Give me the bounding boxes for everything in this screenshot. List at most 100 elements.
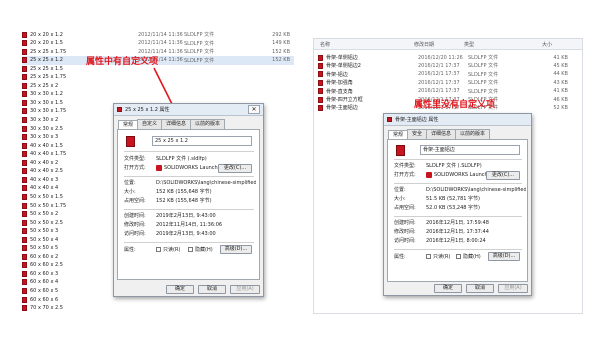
tab-2[interactable]: 详细信息 (161, 119, 192, 129)
divider (394, 159, 522, 160)
sldlfp-file-icon (318, 71, 323, 78)
disk-size-value: 52.0 KB (53,248 字节) (426, 205, 481, 211)
general-pane: 25 x 25 x 1.2 文件类型: SLDLFP 文件 (.sldlfp) … (117, 129, 260, 280)
hidden-checkbox[interactable]: 隐藏(H) (456, 253, 481, 261)
file-type-label: 文件类型: (394, 163, 416, 169)
column-header-type[interactable]: 类型 (464, 41, 474, 48)
sldlfp-file-icon (22, 185, 27, 192)
sldlfp-file-icon (22, 270, 27, 277)
readonly-checkbox[interactable]: 只读(R) (426, 253, 450, 261)
change-button[interactable]: 更改(C)... (218, 164, 252, 173)
sldlfp-file-icon (22, 279, 27, 286)
column-header-size[interactable]: 大小 (542, 41, 552, 48)
sldlfp-file-icon (22, 159, 27, 166)
file-date: 2016/12/20 11:26 (418, 54, 463, 61)
file-date: 2016/12/1 17:37 (418, 71, 460, 78)
ok-button[interactable]: 确定 (434, 284, 462, 293)
cancel-button[interactable]: 取消 (466, 284, 494, 293)
sldlfp-file-icon (22, 202, 27, 209)
checkbox-icon (426, 254, 431, 259)
tab-1[interactable]: 自定义 (137, 119, 163, 129)
attributes-label: 属性: (124, 247, 136, 253)
file-size: 46 KB (553, 96, 568, 103)
checkbox-icon (156, 247, 161, 252)
change-button[interactable]: 更改(C)... (486, 171, 520, 180)
sldlfp-file-icon (22, 288, 27, 294)
apply-button[interactable]: 应用(A) (498, 284, 528, 293)
file-name: 25 x 25 x 1.75 (30, 74, 67, 81)
sldlfp-file-icon (22, 151, 27, 158)
file-name: 骨架-单侧铝边 (326, 55, 358, 61)
file-date: 2012/11/14 11:36 (138, 31, 183, 38)
close-button[interactable]: ✕ (248, 105, 260, 114)
file-name-input[interactable]: 25 x 25 x 1.2 (152, 136, 252, 146)
hidden-checkbox[interactable]: 隐藏(H) (188, 246, 213, 254)
opens-with-app: SOLIDWORKS Launcher (164, 165, 223, 171)
divider (124, 176, 254, 177)
file-icon (117, 107, 122, 112)
sldlfp-file-icon (22, 57, 27, 64)
sldlfp-file-icon (22, 228, 27, 235)
column-header-date[interactable]: 修改日期 (414, 41, 434, 48)
sldlfp-file-icon (22, 65, 27, 72)
sldlfp-file-icon (318, 79, 323, 86)
file-name: 70 x 70 x 2.5 (30, 305, 63, 312)
location-value: D:\SOLIDWORKS\lang\chinese-simplified\we… (156, 180, 256, 186)
divider (124, 242, 254, 243)
file-name: 30 x 30 x 1.2 (30, 91, 63, 98)
modified-label: 修改时间: (124, 222, 146, 228)
tab-3[interactable]: 以前的版本 (455, 129, 491, 139)
divider (394, 183, 522, 184)
sldlfp-file-icon (22, 253, 27, 260)
sldlfp-file-icon (22, 142, 27, 149)
readonly-label: 只读(R) (433, 254, 451, 260)
attributes-label: 属性: (394, 254, 406, 260)
size-value: 51.5 KB (52,781 字节) (426, 196, 481, 202)
apply-button[interactable]: 应用(A) (230, 285, 260, 294)
column-header-name[interactable]: 名称 (320, 41, 330, 48)
solidworks-icon (156, 164, 162, 171)
advanced-button[interactable]: 高级(D)... (488, 252, 520, 261)
size-label: 大小: (124, 189, 136, 195)
size-label: 大小: (394, 196, 406, 202)
file-size: 52 KB (553, 104, 568, 111)
disk-size-label: 占用空间: (124, 198, 146, 204)
sldlfp-file-icon (318, 104, 323, 111)
hidden-label: 隐藏(H) (195, 247, 213, 253)
tab-3[interactable]: 以前的版本 (190, 119, 226, 129)
opens-with-label: 打开方式: (124, 165, 146, 171)
file-date: 2016/12/1 17:37 (418, 79, 460, 86)
file-type: SLDLFP 文件 (184, 57, 215, 64)
file-date: 2012/11/14 11:36 (138, 40, 183, 47)
opens-with-value: SOLIDWORKS Launcher (156, 164, 223, 172)
dialog-title: 骨架-主面铝边 属性 (395, 117, 439, 123)
file-size: 152 KB (272, 48, 290, 55)
created-label: 创建时间: (124, 213, 146, 219)
created-value: 2019年2月13日, 9:43:00 (156, 213, 216, 219)
created-value: 2016年12月1日, 17:59:48 (426, 220, 489, 226)
sldlfp-file-icon (22, 117, 27, 123)
sldlfp-file-icon (22, 40, 27, 47)
disk-size-label: 占用空间: (394, 205, 416, 211)
file-name: 骨架-加强角 (326, 80, 353, 87)
file-name-input[interactable]: 骨架-主面铝边 (420, 145, 520, 155)
accessed-label: 访问时间: (124, 231, 146, 237)
file-type: SLDLFP 文件 (184, 40, 215, 47)
sldlfp-file-icon (22, 108, 27, 115)
hidden-label: 隐藏(H) (463, 254, 481, 260)
advanced-button[interactable]: 高级(D)... (220, 245, 252, 254)
cancel-button[interactable]: 取消 (198, 285, 226, 294)
divider (394, 249, 522, 250)
file-name: 25 x 25 x 2 (30, 82, 59, 89)
readonly-checkbox[interactable]: 只读(R) (156, 246, 180, 254)
tab-2[interactable]: 详细信息 (426, 129, 457, 139)
sldlfp-file-icon (22, 219, 27, 226)
file-type: SLDLFP 文件 (468, 55, 499, 61)
list-item[interactable]: 70 x 70 x 2.5 (22, 304, 294, 313)
file-size: 152 KB (272, 57, 290, 64)
file-type: SLDLFP 文件 (468, 71, 499, 78)
dialog-tabs: 常规 安全 详细信息 以前的版本 (384, 129, 531, 140)
modified-label: 修改时间: (394, 229, 416, 235)
tab-1[interactable]: 安全 (407, 129, 428, 139)
ok-button[interactable]: 确定 (166, 285, 194, 294)
